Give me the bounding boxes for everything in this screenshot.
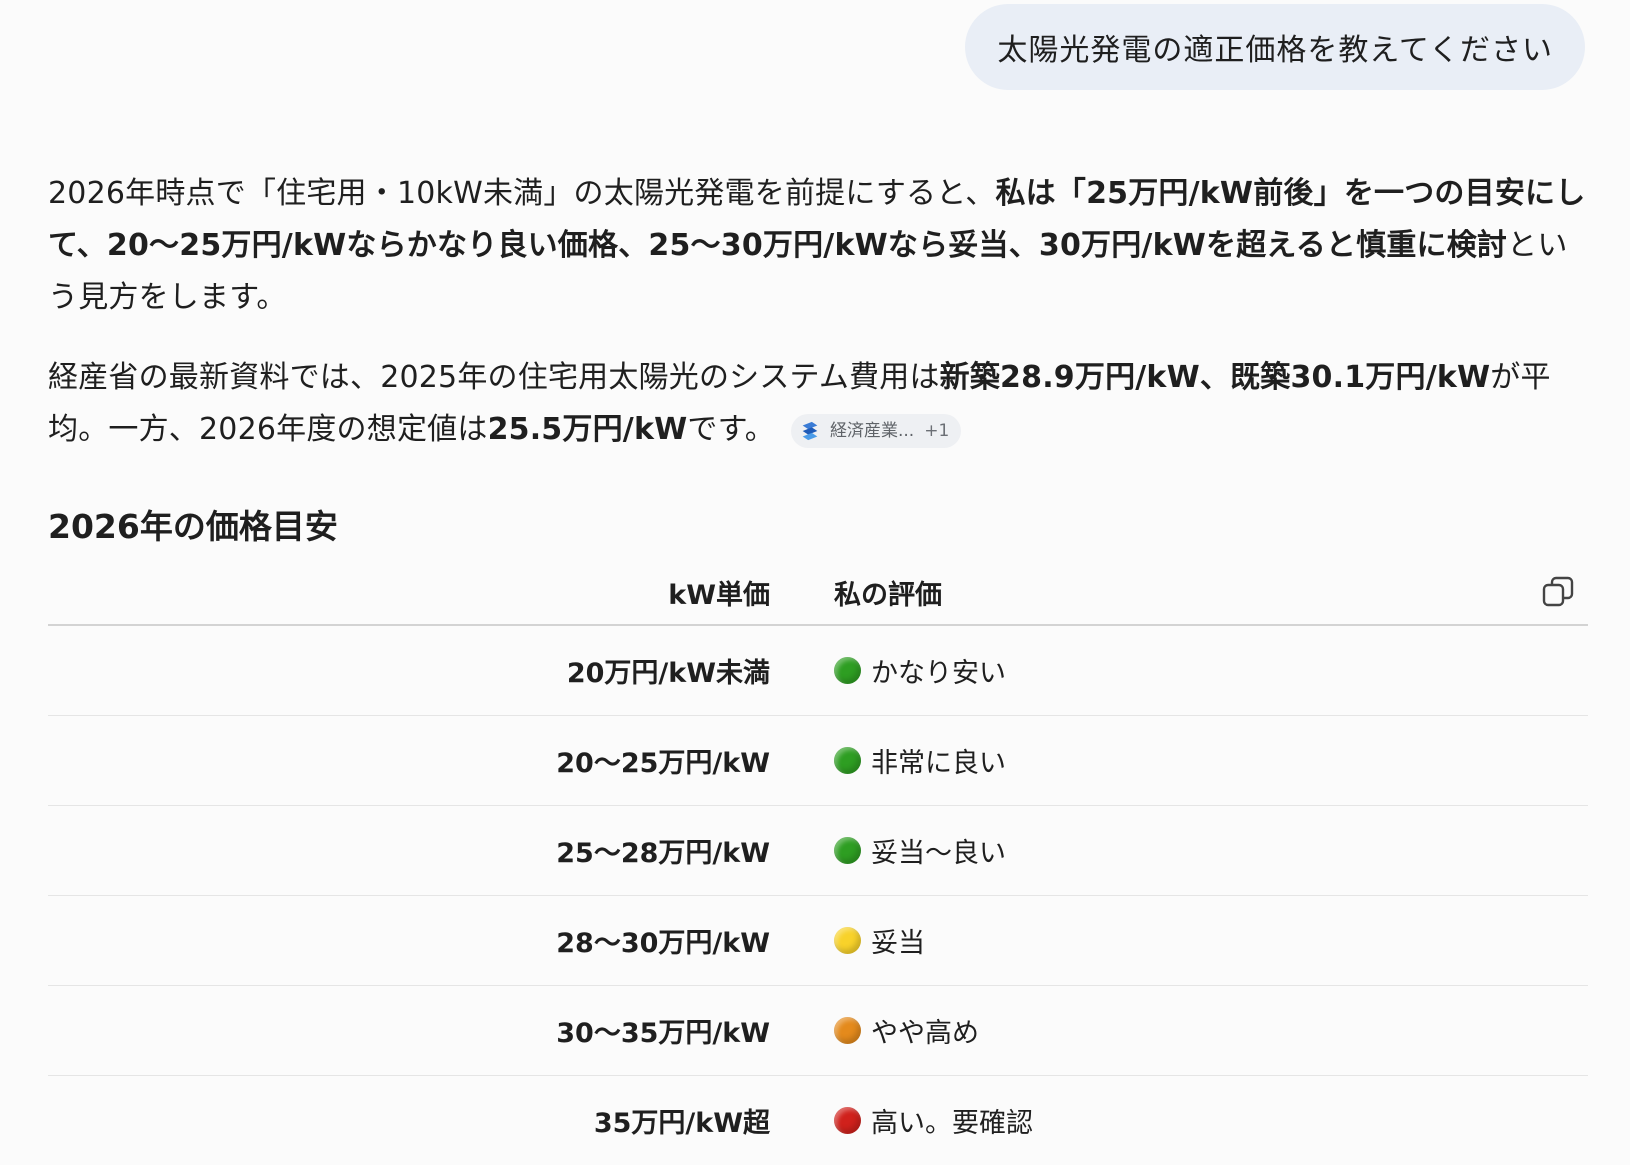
para2-text-1: 経産省の最新資料では、2025年の住宅用太陽光のシステム費用は [48, 360, 940, 395]
table-body: 20万円/kW未満 かなり安い 20〜25万円/kW 非常に良い 25〜28万円/kW 妥… [48, 626, 1588, 1165]
price-table: kW単価 私の評価 20万円/kW未満 かなり安い 20〜25万円/kW 非常に良い 2… [48, 560, 1588, 1165]
evaluation-text: 非常に良い [871, 748, 1006, 779]
response-paragraph-1: 2026年時点で「住宅用・10kW未満」の太陽光発電を前提にすると、私は「25万… [48, 168, 1588, 324]
assistant-response: 2026年時点で「住宅用・10kW未満」の太陽光発電を前提にすると、私は「25万… [48, 168, 1588, 484]
evaluation-cell: 妥当〜良い [770, 831, 1006, 870]
user-message-bubble: 太陽光発電の適正価格を教えてください [965, 4, 1585, 90]
evaluation-cell: 高い。要確認 [770, 1101, 1033, 1140]
price-cell: 25〜28万円/kW [556, 838, 770, 869]
para1-text-1: 2026年時点で「住宅用・10kW未満」の太陽光発電を前提にすると、 [48, 176, 996, 211]
citation-source: 経済産業... [830, 420, 915, 441]
evaluation-text: 妥当〜良い [871, 838, 1006, 869]
evaluation-text: やや高め [871, 1018, 979, 1049]
price-cell: 20〜25万円/kW [556, 748, 770, 779]
evaluation-cell: 非常に良い [770, 741, 1006, 780]
table-row: 25〜28万円/kW 妥当〜良い [48, 806, 1588, 896]
header-evaluation: 私の評価 [834, 579, 942, 611]
evaluation-text: 妥当 [871, 928, 925, 959]
evaluation-cell: かなり安い [770, 651, 1006, 690]
price-cell: 35万円/kW超 [593, 1108, 770, 1139]
price-cell: 20万円/kW未満 [566, 658, 770, 689]
header-price: kW単価 [668, 579, 770, 611]
price-cell: 30〜35万円/kW [556, 1018, 770, 1049]
evaluation-text: 高い。要確認 [871, 1108, 1033, 1139]
table-row: 20万円/kW未満 かなり安い [48, 626, 1588, 716]
yellow-circle-icon [834, 927, 861, 954]
price-cell: 28〜30万円/kW [556, 928, 770, 959]
orange-circle-icon [834, 1017, 861, 1044]
table-row: 30〜35万円/kW やや高め [48, 986, 1588, 1076]
citation-chip[interactable]: 経済産業... +1 [791, 413, 962, 448]
evaluation-text: かなり安い [871, 658, 1006, 689]
table-row: 20〜25万円/kW 非常に良い [48, 716, 1588, 806]
meti-logo-icon [802, 421, 818, 440]
table-row: 28〜30万円/kW 妥当 [48, 896, 1588, 986]
green-circle-icon [834, 747, 861, 774]
citation-more-count: +1 [924, 420, 950, 441]
user-message-text: 太陽光発電の適正価格を教えてください [997, 33, 1553, 68]
table-header: kW単価 私の評価 [48, 560, 1588, 626]
evaluation-cell: やや高め [770, 1011, 979, 1050]
green-circle-icon [834, 837, 861, 864]
section-title: 2026年の価格目安 [48, 507, 338, 546]
para2-text-3: です。 [687, 412, 775, 447]
evaluation-cell: 妥当 [770, 921, 925, 960]
green-circle-icon [834, 657, 861, 684]
red-circle-icon [834, 1107, 861, 1134]
response-paragraph-2: 経産省の最新資料では、2025年の住宅用太陽光のシステム費用は新築28.9万円/… [48, 352, 1588, 456]
para2-bold-1: 新築28.9万円/kW、既築30.1万円/kW [939, 360, 1491, 395]
para2-bold-2: 25.5万円/kW [487, 412, 688, 447]
